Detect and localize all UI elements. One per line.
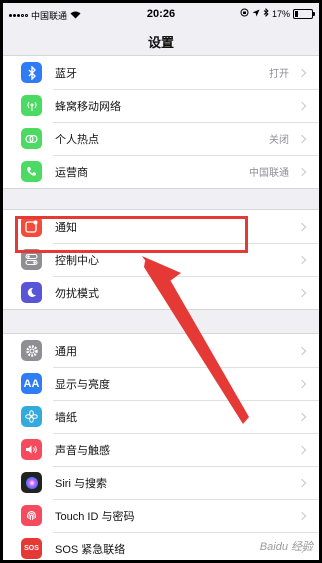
annotation-arrow <box>142 256 249 424</box>
settings-screen: 中国联通 20:26 17% 设置 蓝牙 打开 蜂窝移动网络 个人热点 关闭 运营商 中国联… <box>3 3 319 560</box>
watermark: Baidu 经验 <box>259 541 313 553</box>
